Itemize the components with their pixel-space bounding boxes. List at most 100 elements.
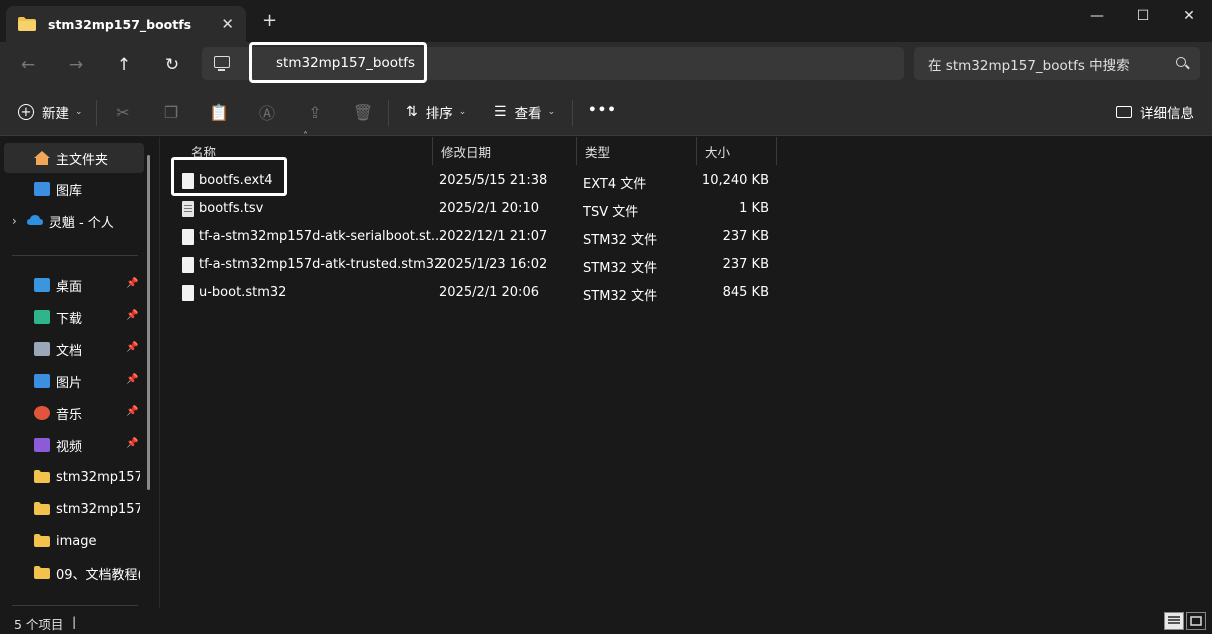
search-icon[interactable] [1176, 57, 1186, 67]
new-label: 新建 [42, 106, 69, 122]
folder-icon [34, 470, 50, 484]
pin-icon[interactable]: 📌 [126, 310, 138, 321]
desktop-icon [34, 278, 50, 292]
file-type: TSV 文件 [583, 205, 639, 220]
sort-label: 排序 [425, 106, 453, 122]
file-row[interactable]: bootfs.tsv 2025/2/1 20:10 TSV 文件 1 KB [171, 195, 781, 223]
tiles-view-icon[interactable] [1186, 612, 1206, 630]
new-tab-button[interactable]: + [262, 12, 277, 30]
file-type: STM32 文件 [583, 289, 658, 304]
file-icon [182, 229, 194, 245]
file-size: 237 KB [722, 257, 769, 272]
breadcrumb[interactable]: stm32mp157_bootfs [249, 42, 427, 83]
sort-button[interactable]: ⇅ 排序 ⌄ [406, 102, 466, 122]
file-icon [182, 285, 194, 301]
column-header-modified[interactable]: 修改日期 [433, 137, 577, 165]
cut-icon[interactable]: ✂ [113, 102, 133, 122]
file-modified: 2025/5/15 21:38 [439, 173, 548, 188]
details-label: 详细信息 [1140, 106, 1194, 122]
up-arrow-icon[interactable]: ↑ [110, 52, 138, 78]
column-header-size[interactable]: 大小 [697, 137, 777, 165]
sidebar-item-label: 视频 [56, 439, 83, 455]
share-icon[interactable]: ⇪ [305, 102, 325, 122]
sidebar-item-label: 音乐 [56, 407, 83, 423]
close-button[interactable]: ✕ [1166, 0, 1212, 32]
command-bar: + 新建 ⌄ ✂ ❐ 📋 Ⓐ ⇪ 🗑 ⇅ 排序 ⌄ ☰ 查看 ⌄ ••• 详细信… [0, 88, 1212, 136]
file-row[interactable]: u-boot.stm32 2025/2/1 20:06 STM32 文件 845 KB [171, 279, 781, 307]
back-arrow-icon[interactable]: ← [14, 52, 42, 78]
sidebar-item-gallery[interactable]: 图库 [0, 174, 148, 204]
sidebar-item-label: 图库 [56, 183, 83, 199]
view-button[interactable]: ☰ 查看 ⌄ [494, 102, 555, 122]
pictures-icon [34, 374, 50, 388]
music-icon [34, 406, 50, 420]
file-name: tf-a-stm32mp157d-atk-trusted.stm32 [199, 257, 443, 272]
copy-icon[interactable]: ❐ [161, 102, 181, 122]
pin-icon[interactable]: 📌 [126, 438, 138, 449]
details-view-icon[interactable] [1164, 612, 1184, 630]
file-size: 10,240 KB [701, 173, 769, 188]
file-name: bootfs.tsv [199, 201, 264, 216]
file-row[interactable]: tf-a-stm32mp157d-atk-trusted.stm32 2025/1… [171, 251, 781, 279]
file-modified: 2025/2/1 20:06 [439, 285, 539, 300]
more-options-button[interactable]: ••• [588, 102, 617, 118]
file-row[interactable]: tf-a-stm32mp157d-atk-serialboot.st... 202… [171, 223, 781, 251]
sidebar-item-label: 文档 [56, 343, 83, 359]
pin-icon[interactable]: 📌 [126, 406, 138, 417]
view-label: 查看 [514, 106, 542, 122]
folder-icon [18, 17, 36, 31]
details-pane-button[interactable]: 详细信息 [1116, 102, 1194, 122]
new-button[interactable]: + 新建 ⌄ [18, 102, 83, 122]
selection-highlight-box [171, 157, 287, 196]
maximize-button[interactable]: ☐ [1120, 0, 1166, 32]
tab-close-icon[interactable]: ✕ [221, 15, 234, 33]
address-bar[interactable]: › stm32mp157_bootfs [202, 42, 904, 83]
sidebar-item-label: stm32mp157_r [56, 469, 140, 485]
pin-icon[interactable]: 📌 [126, 342, 138, 353]
pin-icon[interactable]: 📌 [126, 374, 138, 385]
divider [96, 100, 97, 126]
file-size: 237 KB [722, 229, 769, 244]
file-list: ˄ 名称 修改日期 类型 大小 bootfs.ext4 2025/5/15 21:… [161, 131, 1212, 608]
file-size: 845 KB [722, 285, 769, 300]
sidebar-scrollbar[interactable] [147, 155, 150, 490]
search-placeholder: 在 stm32mp157_bootfs 中搜索 [928, 57, 1130, 74]
item-count: 5 个项目 [14, 617, 64, 632]
cloud-icon [26, 214, 43, 228]
chevron-right-icon: › [12, 214, 17, 228]
navigation-pane: 主文件夹 图库 › 灵魈 - 个人 桌面 📌 下载 📌 文档 📌 图片 📌 音乐 📌 视频 📌 stm… [0, 137, 160, 608]
sidebar-item-folder[interactable]: stm32mp157_r [0, 462, 140, 492]
sidebar-item-label: 桌面 [56, 279, 83, 295]
file-icon [182, 257, 194, 273]
minimize-button[interactable]: — [1074, 0, 1120, 32]
gallery-icon [34, 182, 50, 196]
file-type: STM32 文件 [583, 261, 658, 276]
tab-stm32mp157-bootfs[interactable]: stm32mp157_bootfs ✕ [6, 6, 246, 42]
sidebar-item-folder[interactable]: image [0, 526, 140, 556]
chevron-down-icon: ⌄ [458, 107, 467, 117]
delete-icon[interactable]: 🗑 [353, 102, 373, 122]
title-bar: stm32mp157_bootfs ✕ + — ☐ ✕ [0, 0, 1212, 42]
download-icon [34, 310, 50, 324]
sidebar-item-folder[interactable]: 09、文档教程(e [0, 558, 140, 588]
sort-icon: ⇅ [406, 104, 418, 120]
search-input[interactable]: 在 stm32mp157_bootfs 中搜索 [914, 47, 1200, 80]
paste-icon[interactable]: 📋 [209, 102, 229, 122]
sidebar-item-home[interactable]: 主文件夹 [4, 143, 144, 173]
rename-icon[interactable]: Ⓐ [257, 102, 277, 123]
home-icon [34, 151, 50, 165]
address-row: ← → ↑ ↻ › stm32mp157_bootfs 在 stm32mp157… [0, 42, 1212, 88]
sidebar-item-onedrive[interactable]: › 灵魈 - 个人 [0, 206, 148, 236]
sidebar-item-folder[interactable]: stm32mp157_r [0, 494, 140, 524]
sidebar-item-label: 09、文档教程(e [56, 567, 140, 583]
file-modified: 2025/2/1 20:10 [439, 201, 539, 216]
sidebar-item-label: 下载 [56, 311, 83, 327]
file-size: 1 KB [739, 201, 769, 216]
column-header-type[interactable]: 类型 [577, 137, 697, 165]
file-name: tf-a-stm32mp157d-atk-serialboot.st... [199, 229, 444, 244]
pin-icon[interactable]: 📌 [126, 278, 138, 289]
chevron-down-icon: ⌄ [75, 107, 83, 117]
forward-arrow-icon[interactable]: → [62, 52, 90, 78]
refresh-icon[interactable]: ↻ [158, 52, 186, 78]
chevron-down-icon: ⌄ [547, 107, 556, 117]
